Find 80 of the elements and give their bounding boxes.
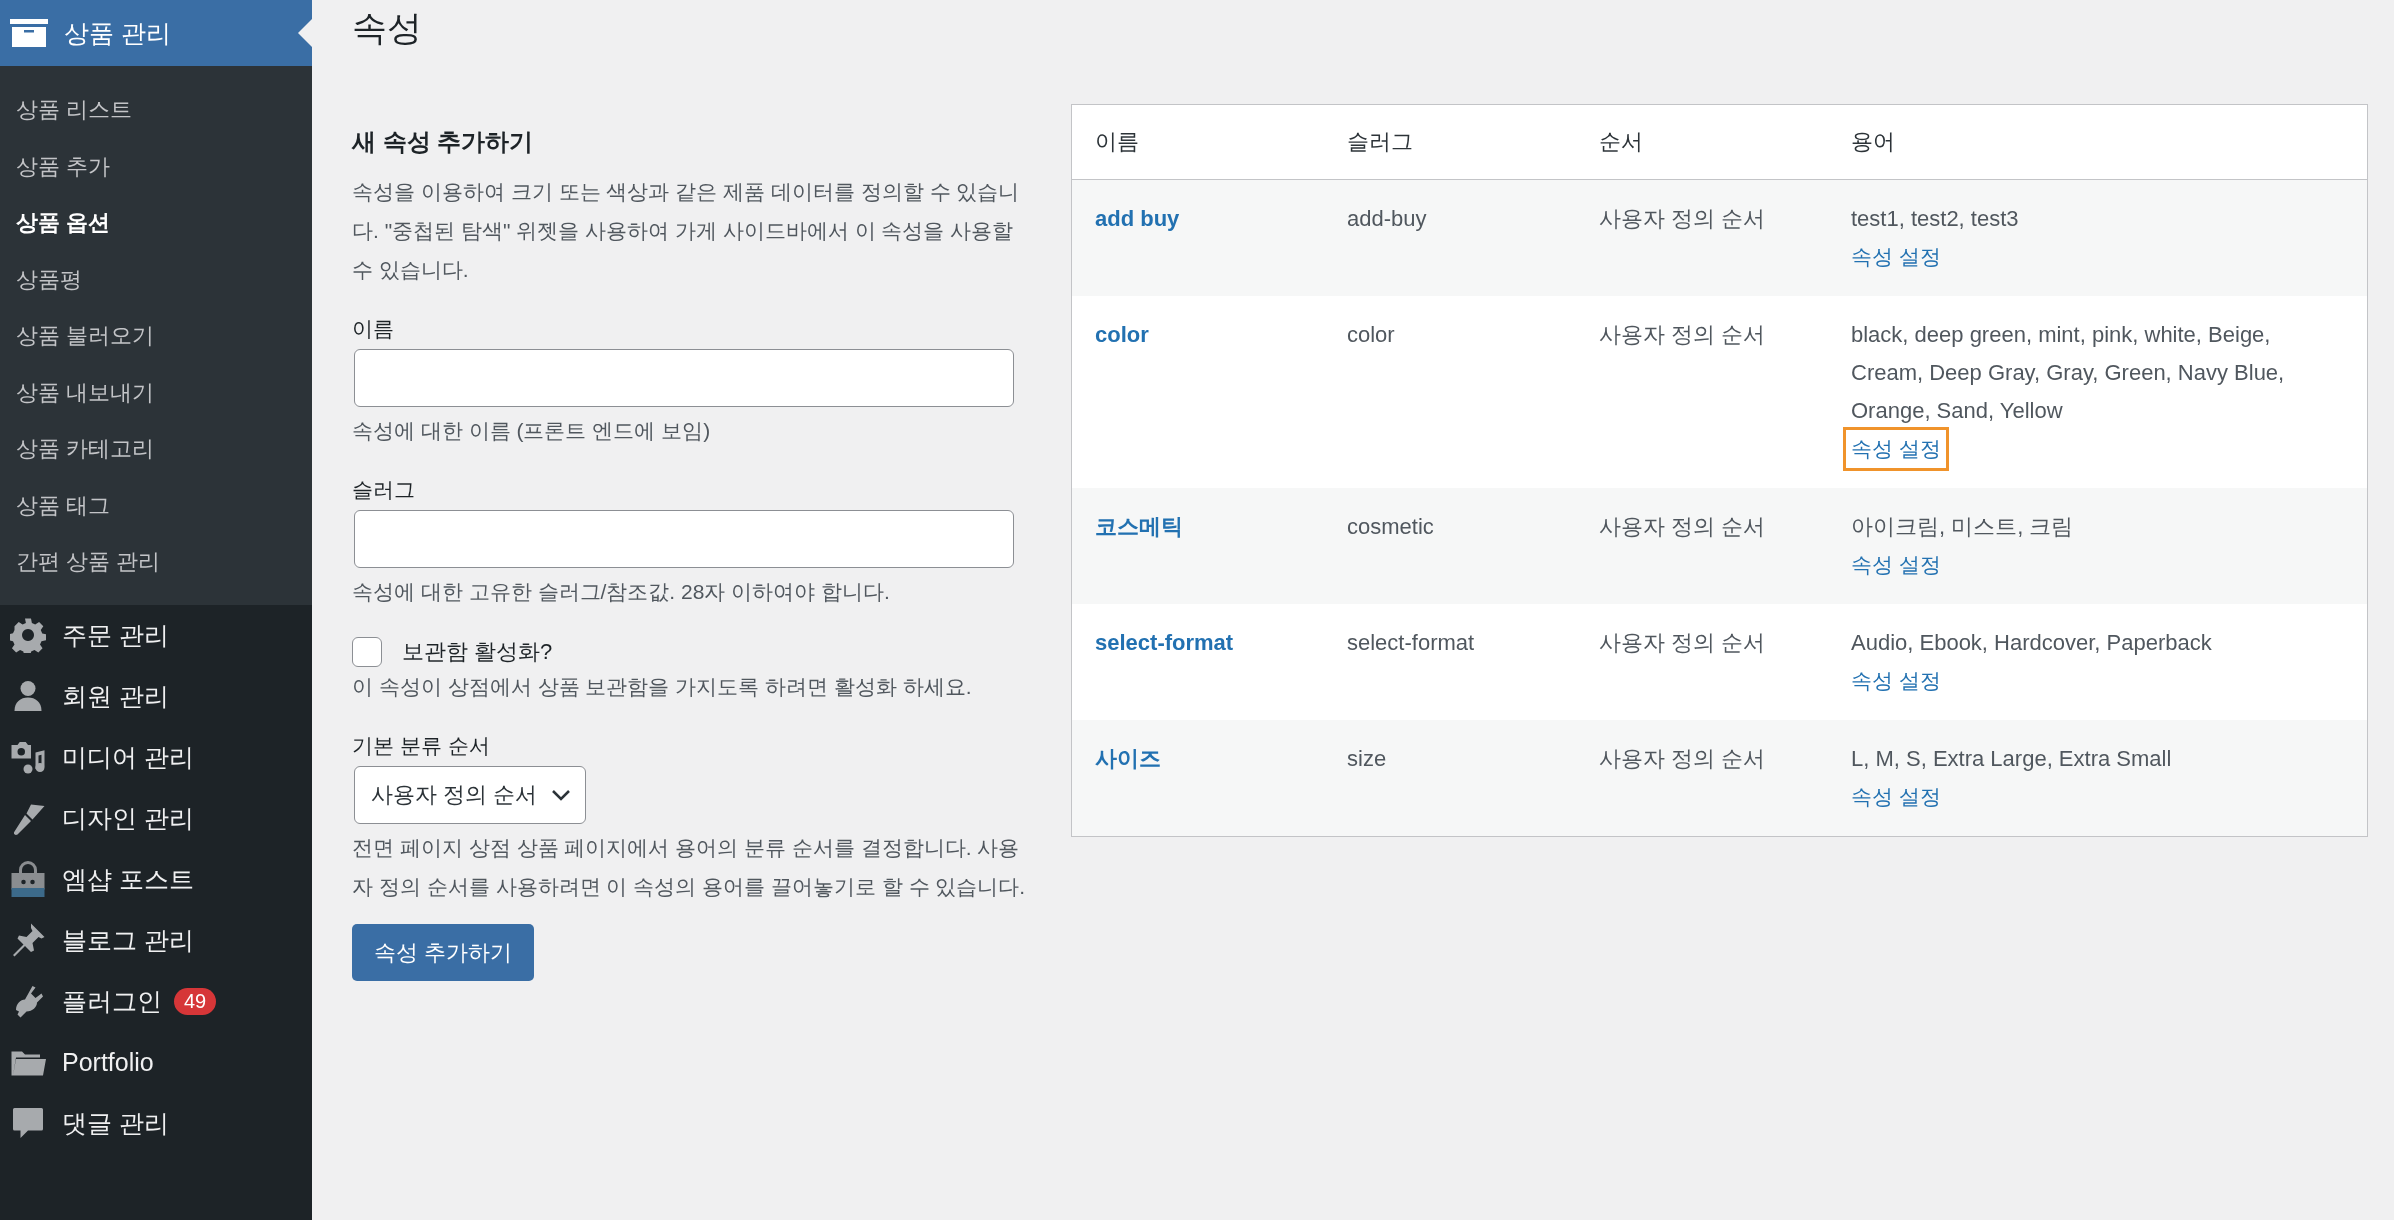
field-label: 이름 bbox=[352, 316, 395, 342]
table-cell-text: select-format bbox=[1347, 629, 1476, 657]
form-heading: 새 속성 추가하기 bbox=[352, 127, 535, 157]
menu-label: 미디어 관리 bbox=[62, 741, 194, 773]
menu-item[interactable]: 댓글 관리 bbox=[0, 1092, 312, 1154]
sort-order-dropdown[interactable]: 사용자 정의 순서 bbox=[354, 766, 587, 824]
table-cell-text: 사용자 정의 순서 bbox=[1599, 205, 1767, 233]
slug-input-field[interactable] bbox=[354, 510, 1014, 568]
add-attribute-button[interactable]: 속성 추가하기 bbox=[352, 924, 535, 981]
terms-text: test1, test2, test3 bbox=[1851, 205, 2019, 233]
terms-text: 아이크림, 미스트, 크림 bbox=[1851, 513, 2074, 541]
archive-box-icon bbox=[10, 19, 48, 47]
menu-label: 블로그 관리 bbox=[62, 924, 194, 956]
form-description: 속성을 이용하여 크기 또는 색상과 같은 제품 데이터를 정의할 수 있습니다. "중첩된 탐색" 위젯을 사용하여 가게 사이드바에서 이 속성을 사용할 수 있습니다. bbox=[352, 179, 1021, 283]
field-help-text: 이 속성이 상점에서 상품 보관함을 가지도록 하려면 활성화 하세요. bbox=[352, 674, 973, 700]
field-help-text: 속성에 대한 고유한 슬러그/참조값. 28자 이하여야 합니다. bbox=[352, 579, 891, 605]
field-label: 기본 분류 순서 bbox=[352, 733, 491, 759]
checkbox-label: 보관함 활성화? bbox=[402, 638, 553, 666]
menu-item[interactable]: 엠샵 포스트 bbox=[0, 848, 312, 910]
configure-terms-link[interactable]: 속성 설정 bbox=[1851, 238, 1941, 276]
submenu-item[interactable]: 상품 내보내기 bbox=[0, 364, 312, 421]
submenu-item[interactable]: 상품 태그 bbox=[0, 477, 312, 534]
terms-text: L, M, S, Extra Large, Extra Small bbox=[1851, 745, 2172, 773]
menu-item[interactable]: 미디어 관리 bbox=[0, 726, 312, 788]
menu-item[interactable]: 상품 관리 bbox=[0, 0, 312, 66]
table-cell-text: 사용자 정의 순서 bbox=[1599, 629, 1767, 657]
menu-label: 댓글 관리 bbox=[62, 1107, 169, 1139]
update-count-badge: 49 bbox=[174, 987, 217, 1015]
menu-label: 주문 관리 bbox=[62, 619, 169, 651]
menu-label: Portfolio bbox=[62, 1047, 154, 1077]
configure-terms-link[interactable]: 속성 설정 bbox=[1846, 430, 1946, 468]
column-header: 순서 bbox=[1599, 128, 1644, 156]
menu-label: 엠샵 포스트 bbox=[62, 863, 194, 895]
column-header: 슬러그 bbox=[1347, 128, 1414, 156]
menu-label: 디자인 관리 bbox=[62, 802, 194, 834]
table-cell-text: 사용자 정의 순서 bbox=[1599, 321, 1767, 349]
menu-item[interactable]: 주문 관리 bbox=[0, 604, 312, 666]
menu-item[interactable]: 플러그인 49 bbox=[0, 970, 312, 1032]
field-help-text: 전면 페이지 상점 상품 페이지에서 용어의 분류 순서를 결정합니다. 사용자 정의 순서를 사용하려면 이 속성의 용어를 끌어놓기로 할 수 있습니다. bbox=[352, 835, 1027, 900]
column-header: 용어 bbox=[1851, 128, 1896, 156]
menu-item[interactable]: 블로그 관리 bbox=[0, 909, 312, 971]
configure-terms-link[interactable]: 속성 설정 bbox=[1851, 662, 1941, 700]
field-help-text: 속성에 대한 이름 (프론트 엔드에 보임) bbox=[352, 418, 712, 444]
table-cell-text: add-buy bbox=[1347, 205, 1428, 233]
submenu-item[interactable]: 상품 리스트 bbox=[0, 82, 312, 139]
checkbox[interactable] bbox=[352, 637, 382, 667]
submenu-item[interactable]: 상품 추가 bbox=[0, 138, 312, 195]
table-cell-text: 사용자 정의 순서 bbox=[1599, 745, 1767, 773]
terms-text: black, deep green, mint, pink, white, Beige, Cream, Deep Gray, Gray, Green, Navy Blue, Orange, Sand, Yellow bbox=[1851, 321, 2286, 425]
name-input-field[interactable] bbox=[354, 349, 1014, 407]
configure-terms-link[interactable]: 속성 설정 bbox=[1851, 546, 1941, 584]
menu-item[interactable]: Portfolio bbox=[0, 1031, 312, 1093]
camera-music-icon bbox=[10, 739, 46, 775]
shopping-bag-icon bbox=[10, 861, 46, 897]
attribute-name-link[interactable]: add buy bbox=[1095, 206, 1180, 231]
attribute-name-link[interactable]: color bbox=[1095, 322, 1149, 347]
current-pointer-icon bbox=[298, 19, 312, 47]
menu-label: 플러그인 bbox=[62, 985, 162, 1017]
menu-label: 회원 관리 bbox=[62, 680, 169, 712]
submenu-item[interactable]: 상품 카테고리 bbox=[0, 421, 312, 478]
menu-item[interactable]: 회원 관리 bbox=[0, 665, 312, 727]
table-cell-text: cosmetic bbox=[1347, 513, 1435, 541]
configure-terms-link[interactable]: 속성 설정 bbox=[1851, 778, 1941, 816]
menu-item[interactable]: 디자인 관리 bbox=[0, 787, 312, 849]
page-title: 속성 bbox=[352, 7, 423, 49]
submenu-item[interactable]: 상품 옵션 bbox=[0, 195, 312, 252]
table-cell-text: color bbox=[1347, 321, 1396, 349]
attribute-name-link[interactable]: select-format bbox=[1095, 630, 1234, 655]
submenu-item[interactable]: 간편 상품 관리 bbox=[0, 534, 312, 591]
submenu-item[interactable]: 상품평 bbox=[0, 251, 312, 308]
submenu-item[interactable]: 상품 불러오기 bbox=[0, 308, 312, 365]
column-header: 이름 bbox=[1095, 128, 1140, 156]
table-cell-text: 사용자 정의 순서 bbox=[1599, 513, 1767, 541]
attribute-name-link[interactable]: 코스메틱 bbox=[1095, 514, 1183, 539]
terms-text: Audio, Ebook, Hardcover, Paperback bbox=[1851, 629, 2212, 657]
chevron-down-icon bbox=[551, 789, 572, 801]
field-label: 슬러그 bbox=[352, 477, 416, 503]
attribute-name-link[interactable]: 사이즈 bbox=[1095, 746, 1161, 771]
gear-icon bbox=[10, 617, 46, 653]
table-cell-text: size bbox=[1347, 745, 1388, 773]
